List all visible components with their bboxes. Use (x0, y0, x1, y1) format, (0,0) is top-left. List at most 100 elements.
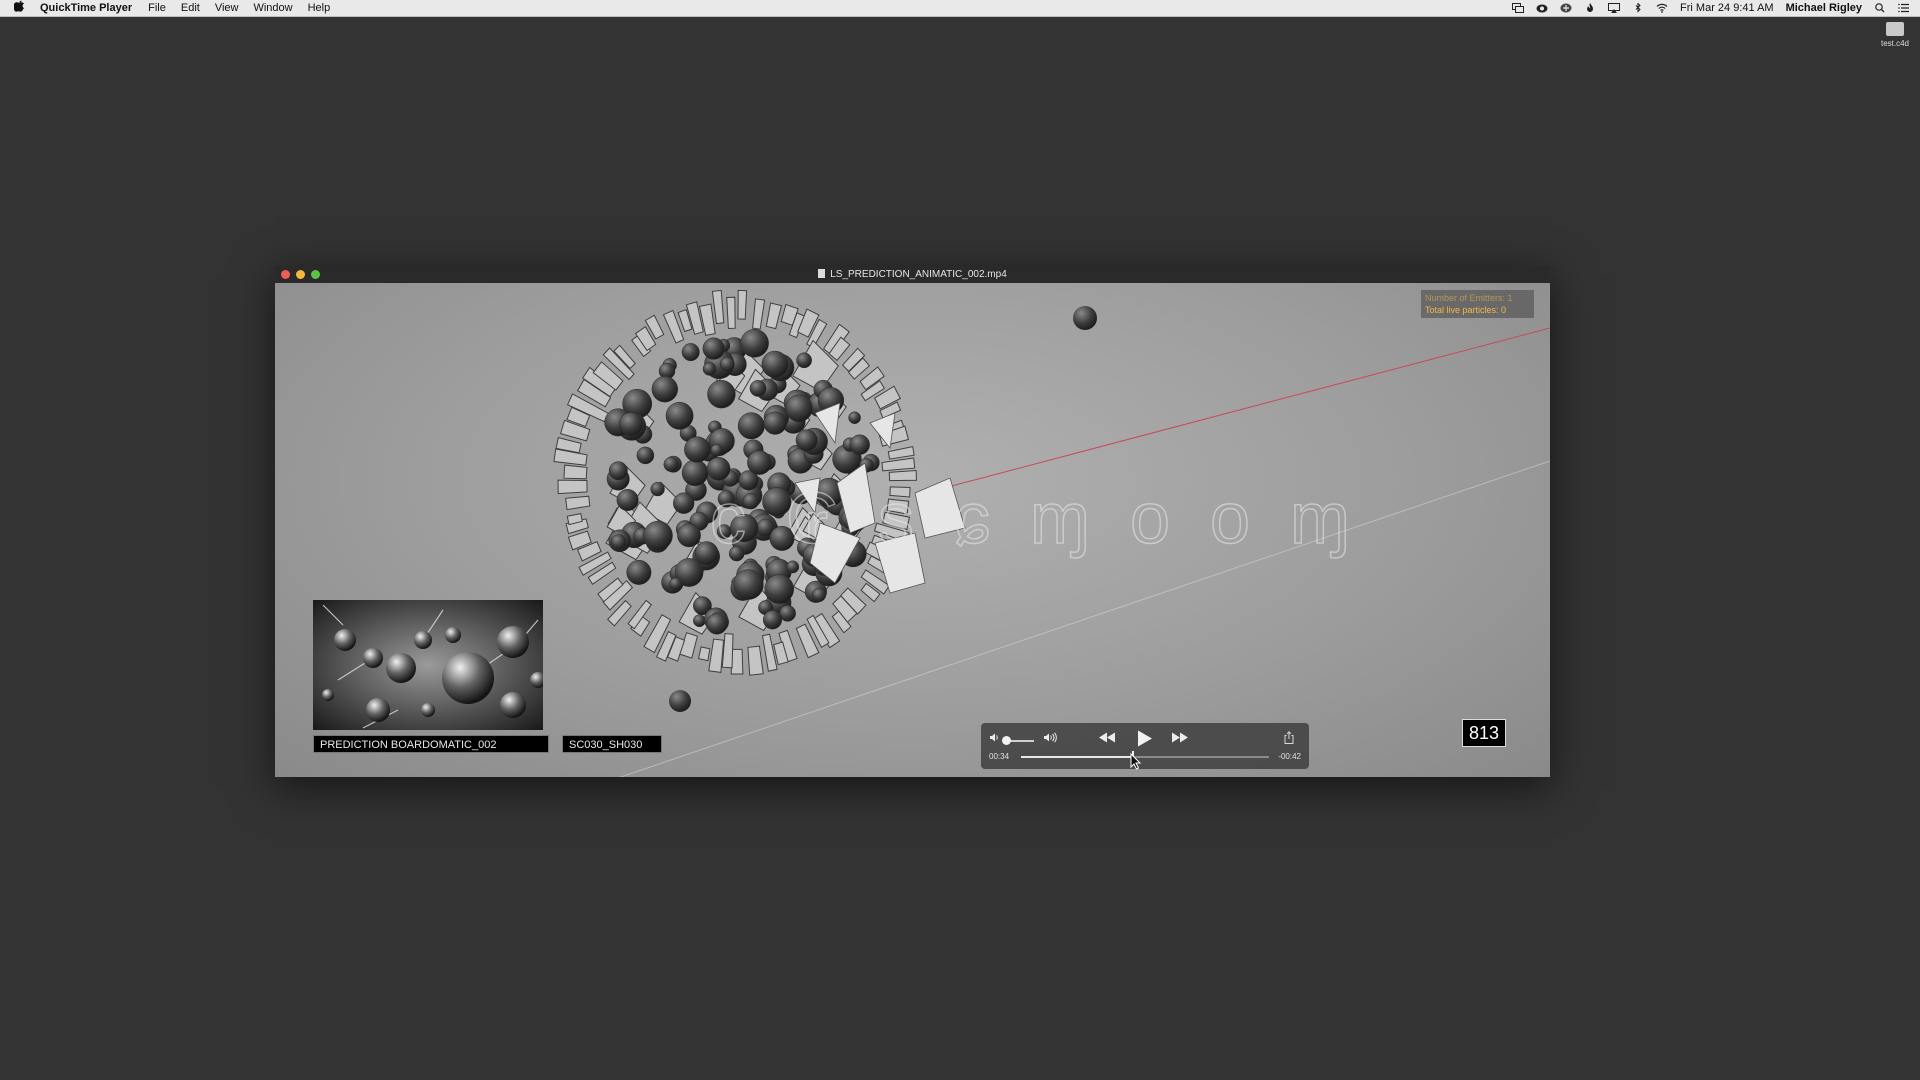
video-file-icon (818, 269, 826, 278)
screen-mirror-icon[interactable] (1512, 3, 1525, 13)
particle-sphere (681, 343, 700, 362)
notification-center-icon[interactable] (1898, 3, 1910, 13)
app-menu[interactable]: QuickTime Player (40, 0, 132, 16)
particle-sphere (608, 461, 628, 481)
particle-sphere (785, 394, 813, 422)
shell-shard (711, 289, 725, 325)
menu-edit[interactable]: Edit (181, 0, 200, 16)
particle-stats-overlay: Number of Emitters: 1 Total live particl… (1421, 290, 1534, 318)
particle-sphere (665, 401, 694, 430)
window-title: LS_PREDICTION_ANIMATIC_002.mp4 (830, 269, 1007, 280)
fullscreen-button[interactable] (311, 270, 320, 279)
menu-window[interactable]: Window (253, 0, 292, 16)
cloud-sync-icon[interactable] (1560, 3, 1572, 13)
particle-sphere (702, 337, 725, 360)
desktop-file-name: test.c4d (1880, 39, 1909, 48)
shell-shard (887, 446, 915, 460)
particle-sphere (651, 376, 678, 403)
shell-shard (752, 298, 766, 330)
hud-emitters: Number of Emitters: 1 (1425, 293, 1513, 303)
user-menu[interactable]: Michael Rigley (1786, 0, 1862, 16)
particle-sphere (795, 429, 818, 452)
particle-sphere (702, 362, 717, 376)
share-icon[interactable] (1284, 731, 1294, 744)
particle-sphere (616, 489, 639, 511)
particle-sphere (733, 569, 764, 600)
particle-sphere (673, 492, 695, 514)
shell-shard (726, 296, 736, 330)
shell-shard (557, 479, 588, 495)
particle-sphere (643, 520, 673, 551)
time-elapsed: 00:34 (989, 752, 1010, 761)
particle-sphere (626, 559, 652, 585)
hud-particles: Total live particles: 0 (1425, 305, 1507, 315)
particle-sphere (710, 443, 724, 457)
volume-knob[interactable] (1002, 736, 1011, 745)
volume-high-icon[interactable] (1043, 732, 1058, 743)
shot-caption: SC030_SH030 (562, 735, 662, 753)
menu-file[interactable]: File (148, 0, 166, 16)
particle-sphere (719, 356, 735, 372)
particle-sphere (762, 610, 783, 630)
shell-shard (747, 645, 764, 676)
particle-sphere (796, 352, 812, 369)
shell-shard (563, 464, 588, 480)
boardomatic-thumbnail (313, 600, 543, 730)
particle-sphere (749, 380, 767, 397)
creative-cloud-icon[interactable] (1536, 3, 1548, 13)
apple-menu-icon[interactable] (13, 0, 25, 17)
shell-shard (708, 638, 725, 673)
fast-forward-icon[interactable] (1171, 732, 1189, 743)
particle-sphere (681, 459, 709, 487)
shell-shard (765, 302, 783, 330)
scrubber-track[interactable] (1021, 751, 1269, 763)
particle-sphere (693, 614, 706, 628)
spotlight-search-icon[interactable] (1874, 3, 1886, 13)
particle-sphere (707, 380, 736, 409)
particle-sphere (849, 434, 870, 455)
particle-sphere (740, 328, 769, 358)
mouse-pointer-icon (1130, 753, 1142, 770)
menu-help[interactable]: Help (308, 0, 331, 16)
board-caption: PREDICTION BOARDOMATIC_002 (313, 735, 549, 753)
particle-sphere (610, 534, 627, 550)
shell-shard (565, 495, 591, 511)
minimize-button[interactable] (296, 270, 305, 279)
time-remaining: -00:42 (1278, 752, 1301, 761)
bluetooth-icon[interactable] (1632, 3, 1644, 13)
svg-text:c ₢ s ɕ ɱ o o ɱ: c ₢ s ɕ ɱ o o ɱ (710, 479, 1360, 559)
particle-sphere (706, 613, 728, 635)
shell-shard (737, 289, 748, 320)
frame-counter: 813 (1462, 719, 1507, 747)
document-icon (1886, 22, 1904, 36)
particle-sphere (848, 411, 861, 424)
particle-sphere (737, 412, 765, 440)
wifi-icon[interactable] (1656, 3, 1668, 13)
shell-shard (761, 633, 778, 672)
video-frame[interactable]: c ₢ s ɕ ɱ o o ɱ Number of Emitters: 1 To… (275, 283, 1550, 777)
particle-sphere (763, 411, 787, 435)
menu-view[interactable]: View (215, 0, 239, 16)
clock[interactable]: Fri Mar 24 9:41 AM (1680, 0, 1774, 16)
particle-sphere (650, 481, 665, 497)
rewind-icon[interactable] (1098, 732, 1116, 743)
particle-sphere (747, 450, 772, 475)
menu-bar: QuickTime Player File Edit View Window H… (0, 0, 1920, 17)
desktop-file[interactable]: test.c4d (1874, 22, 1916, 48)
particle-sphere (761, 350, 789, 378)
shell-shard (881, 457, 916, 472)
play-icon[interactable] (1137, 730, 1153, 747)
particle-sphere (786, 560, 800, 574)
airplay-icon[interactable] (1608, 3, 1621, 13)
scrubber-progress (1021, 756, 1133, 758)
flame-icon[interactable] (1584, 3, 1596, 13)
shell-shard (697, 646, 711, 662)
particle-sphere (706, 457, 731, 481)
particle-sphere (663, 456, 679, 472)
particle-sphere (812, 588, 827, 602)
close-button[interactable] (281, 270, 290, 279)
volume-low-icon[interactable] (989, 732, 1000, 743)
particle-sphere (619, 412, 644, 437)
window-titlebar[interactable]: LS_PREDICTION_ANIMATIC_002.mp4 (275, 266, 1550, 283)
particle-sphere (764, 574, 794, 604)
